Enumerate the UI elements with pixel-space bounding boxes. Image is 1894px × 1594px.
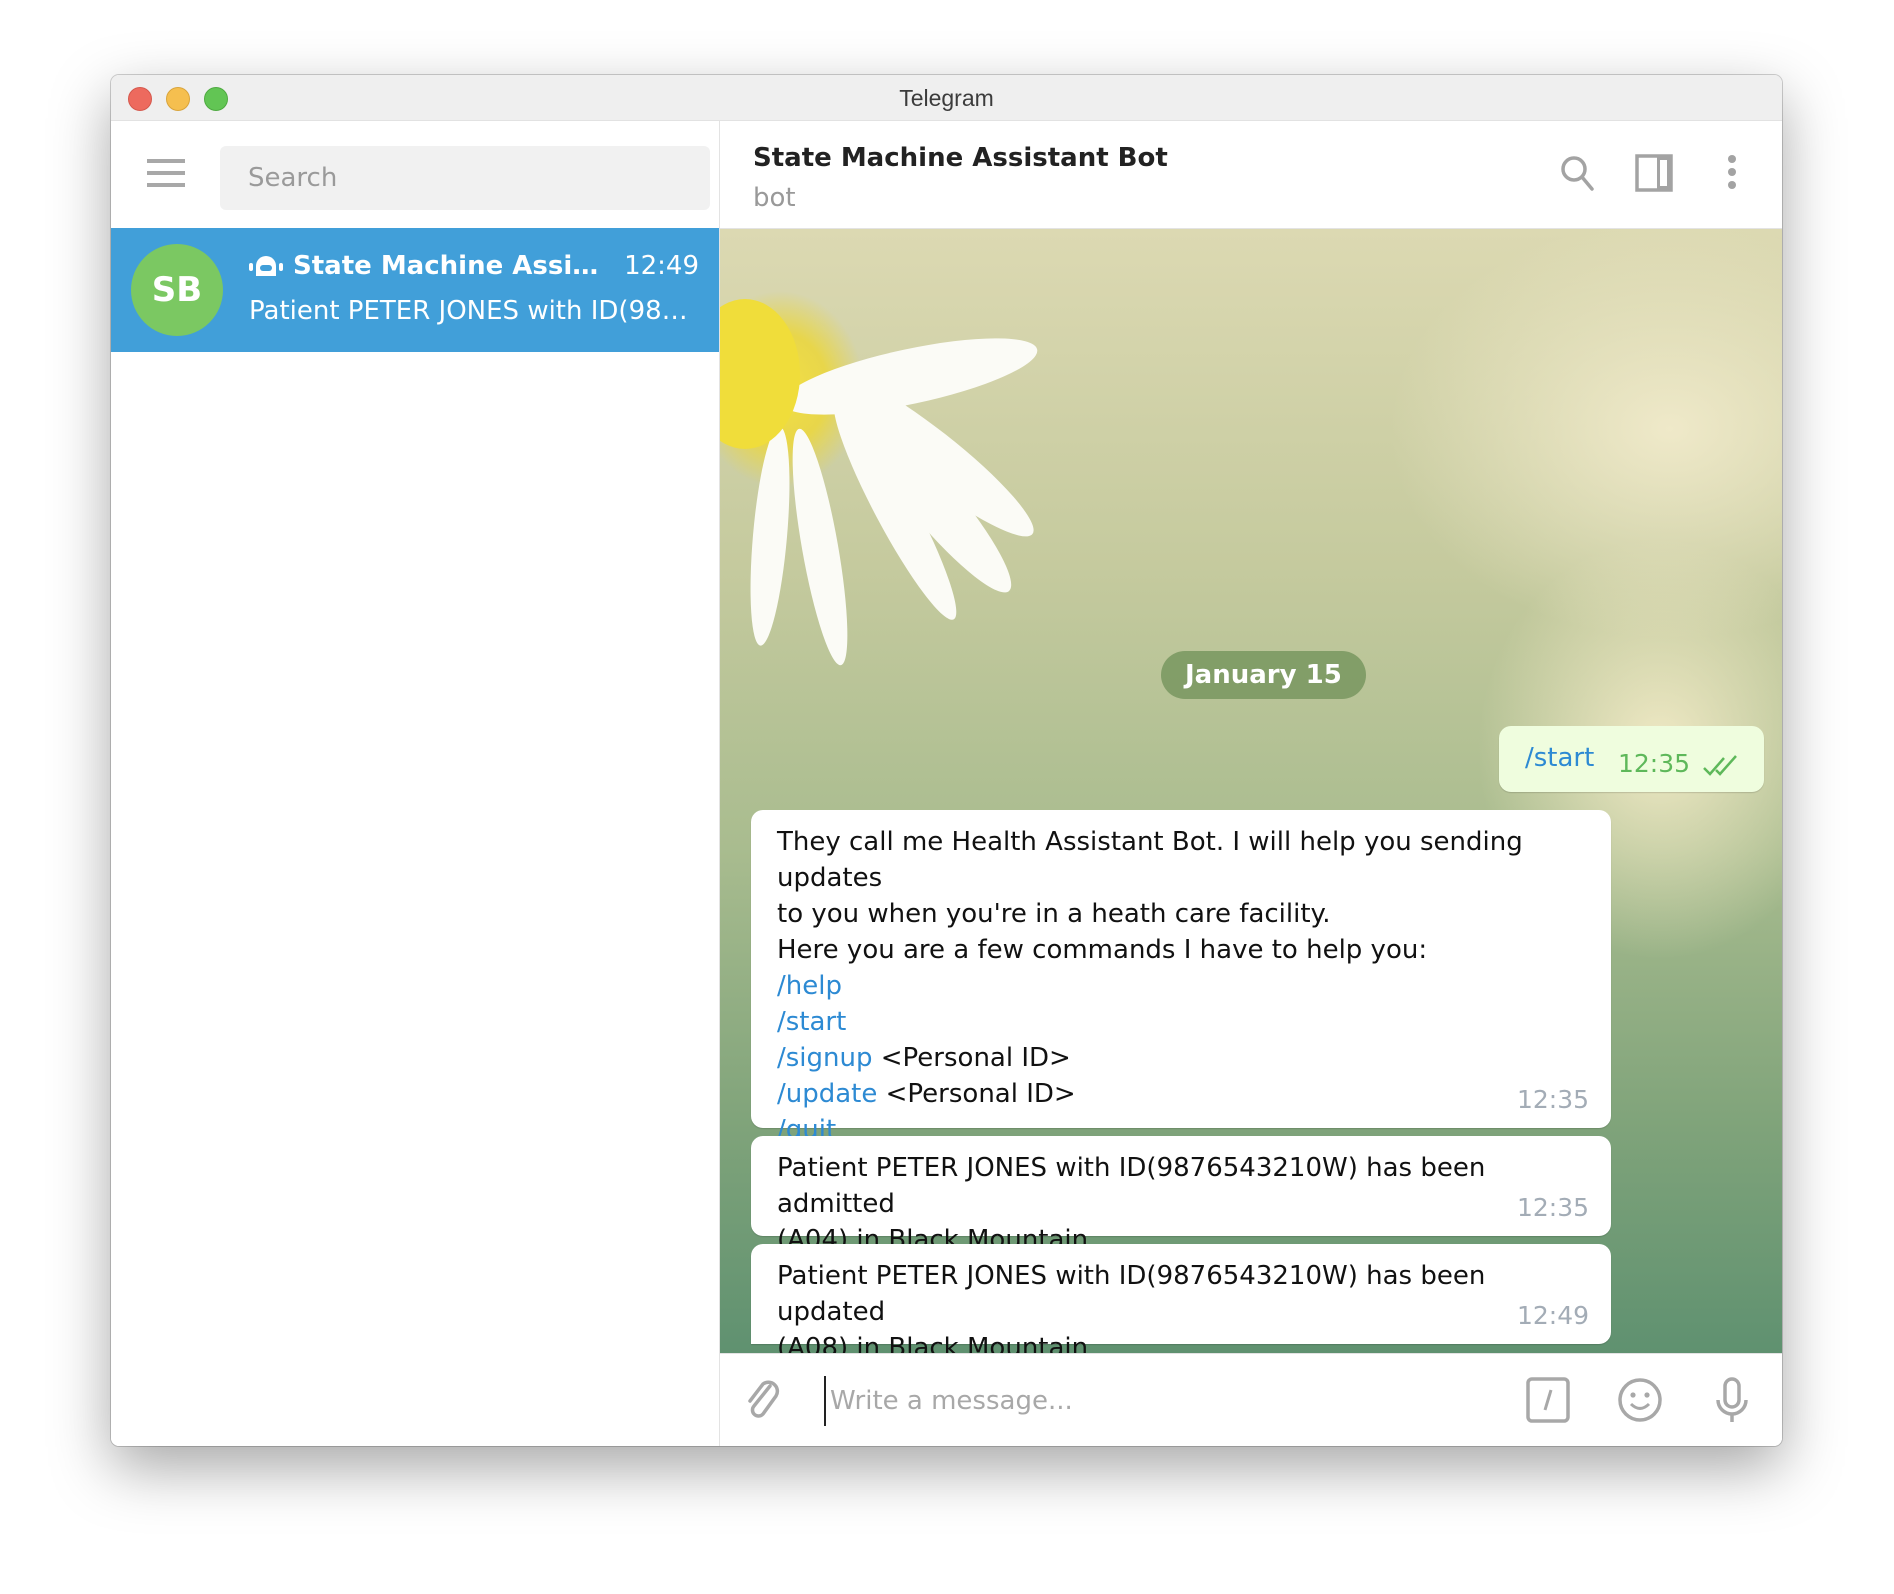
background-petal [743,424,797,648]
chat-item-name: State Machine Assistant Bot [293,251,612,281]
command-link-signup[interactable]: /signup [777,1043,873,1073]
message-bubble-incoming: Patient PETER JONES with ID(9876543210W)… [751,1244,1611,1354]
chat-item-time: 12:49 [624,251,699,281]
message-line: Patient PETER JONES with ID(9876543210W)… [777,1261,1486,1327]
search-input[interactable] [220,146,710,210]
chat-list-item[interactable]: SB State Machine Assistant Bot 12:49 Pat… [111,228,719,352]
avatar: SB [131,244,223,336]
message-line: (A08) in Black Mountain [777,1333,1089,1354]
background-petal [781,425,859,669]
chat-item-title-row: State Machine Assistant Bot 12:49 [249,248,699,284]
command-link-start[interactable]: /start [777,1007,846,1037]
bot-commands-icon[interactable] [1524,1376,1572,1424]
background-flower-center [720,299,800,449]
search-icon[interactable] [1556,151,1600,195]
message-line: Patient PETER JONES with ID(9876543210W)… [777,1153,1486,1219]
message-bubble-outgoing: /start 12:35 [1499,726,1764,792]
side-panel-icon[interactable] [1632,151,1676,195]
microphone-icon[interactable] [1708,1376,1756,1424]
command-link-help[interactable]: /help [777,971,842,1001]
chat-background: January 15 /start 12:35 They call me Hea… [720,229,1782,1354]
telegram-window: Telegram SB State Machine Assistant Bot [111,75,1782,1446]
window-title: Telegram [899,85,994,111]
message-text[interactable]: /start [1525,740,1594,776]
date-separator: January 15 [1161,651,1366,699]
command-link-update[interactable]: /update [777,1079,877,1109]
avatar-initials: SB [151,270,203,310]
message-time: 12:35 [1617,749,1690,778]
message-time: 12:49 [1516,1301,1589,1330]
attach-icon[interactable] [740,1376,788,1424]
message-line: Here you are a few commands I have to he… [777,935,1428,965]
message-bubble-incoming: They call me Health Assistant Bot. I wil… [751,810,1611,1145]
chat-panel: State Machine Assistant Bot bot January … [720,121,1782,1446]
message-bubble-incoming: Patient PETER JONES with ID(9876543210W)… [751,1136,1611,1255]
message-time: 12:35 [1516,1085,1589,1114]
composer [720,1353,1782,1446]
chat-header: State Machine Assistant Bot bot [720,121,1782,229]
chat-item-preview: Patient PETER JONES with ID(9876543210W)… [249,296,694,326]
command-arg: <Personal ID> [877,1079,1076,1109]
sidebar: SB State Machine Assistant Bot 12:49 Pat… [111,121,720,1446]
message-line: They call me Health Assistant Bot. I wil… [777,827,1523,893]
command-arg: <Personal ID> [872,1043,1071,1073]
title-bar: Telegram [111,75,1782,121]
chat-title[interactable]: State Machine Assistant Bot [753,143,1168,173]
sidebar-header [111,121,719,228]
message-time: 12:35 [1516,1193,1589,1222]
message-line: to you when you're in a heath care facil… [777,899,1331,929]
chat-subtitle: bot [753,183,796,213]
hamburger-menu-icon[interactable] [147,159,185,187]
emoji-icon[interactable] [1616,1376,1664,1424]
bot-icon [249,256,283,276]
more-vertical-icon[interactable] [1710,151,1754,195]
double-check-icon [1703,755,1737,776]
